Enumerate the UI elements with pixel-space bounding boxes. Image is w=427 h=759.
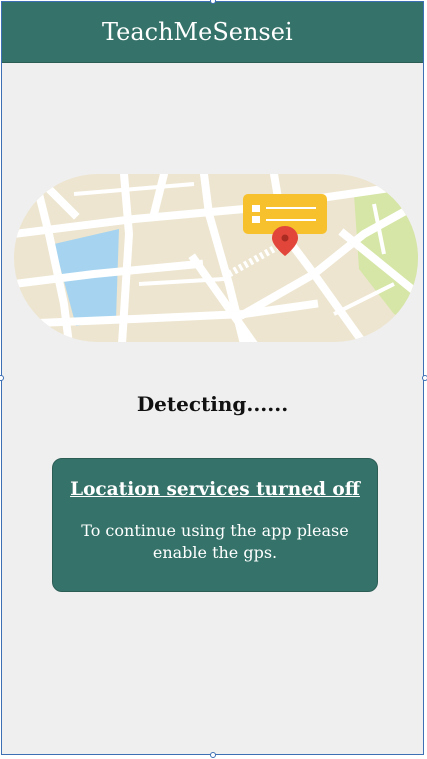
map-illustration — [14, 174, 418, 344]
app-header: TeachMeSensei — [2, 2, 423, 63]
detecting-status: Detecting...... — [136, 392, 289, 416]
resize-handle-bottom[interactable] — [210, 752, 216, 758]
alert-message: To continue using the app please enable … — [81, 521, 349, 562]
app-frame: TeachMeSensei Detecting...... Location s… — [1, 1, 424, 755]
alert-title: Location services turned off — [70, 479, 360, 500]
resize-handle-right[interactable] — [422, 375, 427, 381]
location-alert-card: Location services turned off To continue… — [52, 458, 378, 592]
app-title: TeachMeSensei — [102, 18, 293, 46]
